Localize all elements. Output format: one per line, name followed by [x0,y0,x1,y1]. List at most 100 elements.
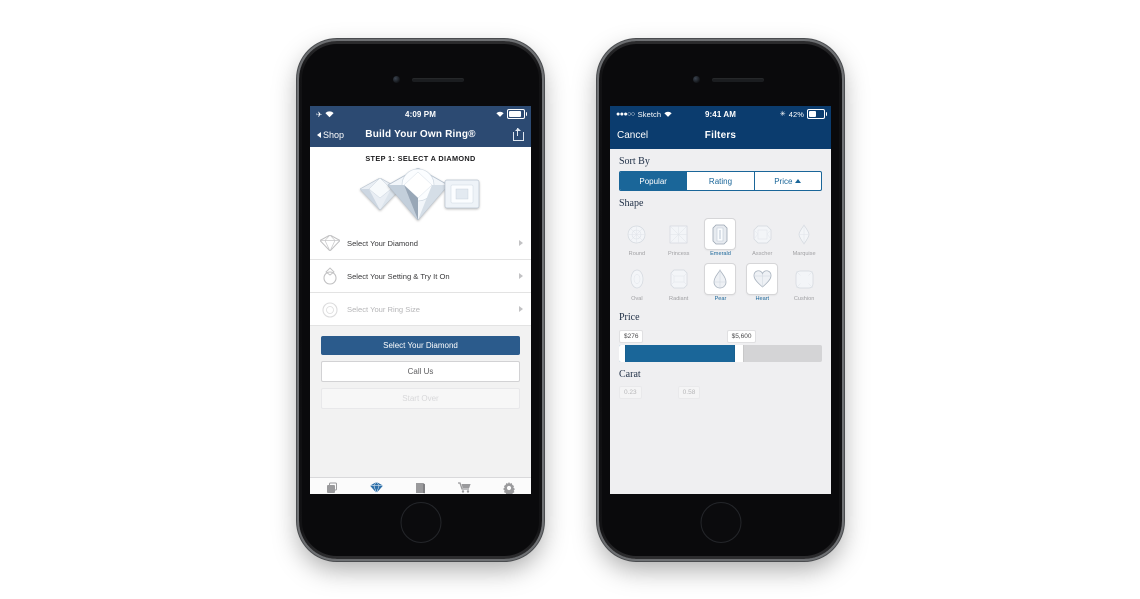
battery-icon [507,109,527,119]
front-camera-icon [692,76,700,83]
status-left-icons: ●●●○○ Sketch [616,110,672,119]
ring-setting-icon [318,265,342,287]
shape-option-asscher[interactable]: Asscher [741,215,783,260]
sort-option-popular[interactable]: Popular [620,172,688,190]
shape-option-cushion[interactable]: Cushion [783,260,825,305]
back-button[interactable]: Shop [317,130,344,140]
chevron-right-icon [519,306,523,312]
cushion-diamond-icon [789,264,819,294]
shape-label: Oval [631,296,643,302]
battery-percent-label: 42% [788,109,804,119]
airplane-icon: ✈ [316,109,323,119]
price-value-bubbles: $276 $5,600 [619,330,822,345]
chevron-left-icon [317,131,321,138]
caret-up-icon [795,179,802,183]
list-item-label: Select Your Setting & Try It On [347,271,450,281]
shape-label: Pear [714,296,727,302]
tab-bar: Dream Box Shop Education [310,477,531,494]
tab-education[interactable]: Education [398,481,442,494]
princess-diamond-icon [664,219,694,249]
shape-label: Radiant [669,296,689,302]
list-item[interactable]: Select Your Setting & Try It On [310,260,531,293]
shape-option-heart[interactable]: Heart [741,260,783,305]
wifi-icon [325,110,334,117]
price-min-label: $276 [619,330,644,343]
carat-value-bubbles: 0.23 0.58 [610,384,831,399]
front-camera-icon [392,76,400,83]
price-max-label: $5,600 [726,330,757,343]
price-slider-track[interactable] [619,345,822,362]
nav-bar-left: Shop Build Your Own Ring® [310,122,531,147]
dreambox-icon [326,481,338,494]
tab-dream-box[interactable]: Dream Box [310,481,354,494]
carat-heading: Carat [619,369,641,380]
sort-option-label: Price [774,176,793,186]
shape-option-oval[interactable]: Oval [616,260,658,305]
shape-label: Heart [755,296,770,302]
shape-option-marquise[interactable]: Marquise [783,215,825,260]
status-left-icons: ✈ [316,110,334,119]
carat-max-label: 0.58 [677,386,701,399]
sort-option-label: Popular [639,176,667,186]
shape-option-radiant[interactable]: Radiant [658,260,700,305]
nav-bar-right: Cancel Filters [610,122,831,149]
tab-options[interactable]: Options [487,481,531,494]
round-diamond-icon [622,219,652,249]
shape-label: Princess [667,251,690,257]
share-button[interactable] [513,128,524,141]
shape-label: Round [628,251,646,257]
iphone-device-left: ✈ 4:09 PM Shop Build Your Own Ring® STEP… [299,41,542,559]
home-button[interactable] [700,502,741,543]
action-buttons: Select Your Diamond Call Us Start Over [310,326,531,409]
list-item[interactable]: Select Your Ring Size [310,293,531,326]
battery-icon [807,109,827,119]
price-slider[interactable]: $276 $5,600 [610,327,831,362]
iphone-device-right: ●●●○○ Sketch 9:41 AM ✳ 42% Cancel Filter… [599,41,842,559]
home-button[interactable] [400,502,441,543]
screen-right: ●●●○○ Sketch 9:41 AM ✳ 42% Cancel Filter… [610,106,831,494]
call-us-button[interactable]: Call Us [321,361,520,382]
price-slider-fill [619,345,741,362]
start-over-button: Start Over [321,388,520,409]
shape-option-emerald[interactable]: Emerald [700,215,742,260]
list-item[interactable]: Select Your Diamond [310,227,531,260]
sort-option-price[interactable]: Price [755,172,821,190]
price-heading: Price [619,312,640,323]
shape-grid: Round Princess Emerald Asscher Marquise … [610,213,831,305]
ring-size-icon [318,298,342,320]
tab-basket[interactable]: Basket [443,481,487,494]
screenshot-stage: ✈ 4:09 PM Shop Build Your Own Ring® STEP… [0,0,1140,599]
wifi-icon [496,111,504,117]
emerald-diamond-icon [705,219,736,249]
shape-label: Emerald [710,251,731,257]
price-slider-handle-max[interactable] [734,345,743,362]
shape-label: Asscher [752,251,773,257]
sort-option-label: Rating [708,176,733,186]
carrier-label: Sketch [637,109,662,119]
tab-shop[interactable]: Shop [354,481,398,494]
sort-option-rating[interactable]: Rating [687,172,755,190]
bluetooth-icon: ✳ [779,111,786,118]
list-item-label: Select Your Ring Size [347,304,421,314]
sort-by-segmented-control: Popular Rating Price [619,171,822,191]
filters-panel: Sort By Popular Rating Price Shape Round… [610,149,831,494]
shape-option-pear[interactable]: Pear [700,260,742,305]
signal-dots-icon: ●●●○○ [616,110,635,118]
step-title: STEP 1: SELECT A DIAMOND [365,154,476,163]
gear-icon [502,481,515,494]
shape-option-princess[interactable]: Princess [658,215,700,260]
chevron-right-icon [519,240,523,246]
content-spacer [310,415,531,477]
shape-option-round[interactable]: Round [616,215,658,260]
price-slider-handle-min[interactable] [619,345,625,362]
chevron-right-icon [519,273,523,279]
status-bar-left: ✈ 4:09 PM [310,106,531,122]
diamond-cluster-photo [310,165,531,223]
status-right-icons: ✳ 42% [779,109,827,119]
list-item-label: Select Your Diamond [347,238,418,248]
select-your-diamond-button[interactable]: Select Your Diamond [321,336,520,355]
shape-label: Marquise [792,251,816,257]
sort-by-heading: Sort By [619,156,650,167]
wifi-icon [664,111,672,117]
oval-diamond-icon [622,264,652,294]
